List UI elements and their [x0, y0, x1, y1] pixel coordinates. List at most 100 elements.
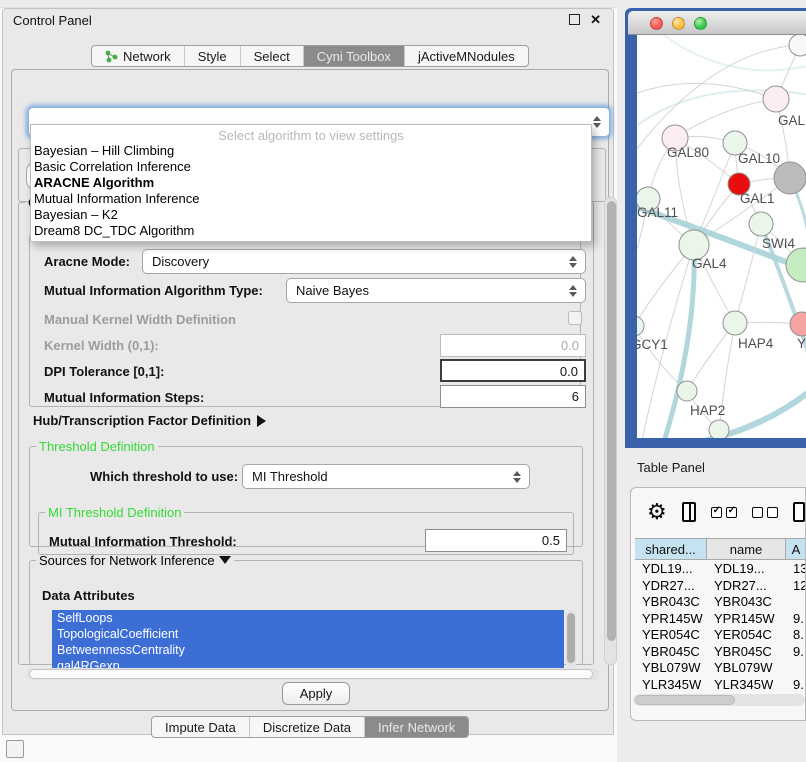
network-window-titlebar[interactable] [628, 11, 806, 35]
table-cell: YDL19... [707, 560, 786, 577]
column-header[interactable]: A [786, 539, 806, 559]
attribute-item[interactable]: TopologicalCoefficient [52, 626, 564, 642]
dropdown-item[interactable]: Bayesian – K2 [31, 207, 591, 223]
network-node[interactable] [790, 312, 806, 336]
close-traffic-light-icon[interactable] [650, 17, 663, 30]
mi-threshold-label: Mutual Information Threshold: [49, 534, 237, 549]
tab-discretize-data[interactable]: Discretize Data [250, 717, 365, 737]
network-view-window: GALGAL80GAL10GAL1GAL11SWI4GAL4GCY1HAP4YH… [625, 8, 806, 448]
table-cell: YBR043C [707, 593, 786, 610]
column-header[interactable]: shared... [635, 539, 707, 559]
mi-threshold-field[interactable]: 0.5 [425, 529, 567, 552]
network-node[interactable] [709, 420, 729, 438]
node-label: GCY1 [637, 337, 668, 352]
network-node[interactable] [763, 86, 789, 112]
close-icon[interactable]: ✕ [590, 13, 601, 26]
combo-stepper-icon [593, 116, 601, 128]
settings-horizontal-scrollbar[interactable] [27, 668, 599, 680]
sources-group: Sources for Network Inference Data Attri… [29, 553, 583, 665]
column-header[interactable]: name [707, 539, 786, 559]
table-row[interactable]: YBR043CYBR043C [635, 593, 806, 610]
table-cell [786, 593, 806, 610]
dropdown-item[interactable]: Dream8 DC_TDC Algorithm [31, 223, 591, 239]
tab-network[interactable]: Network [92, 46, 185, 66]
network-node[interactable] [749, 212, 773, 236]
settings-vertical-scrollbar[interactable] [604, 197, 617, 665]
control-panel-tabs: NetworkStyleSelectCyni ToolboxjActiveMNo… [91, 45, 529, 67]
tab-style[interactable]: Style [185, 46, 241, 66]
node-table: shared...nameA YDL19...YDL19...13YDR27..… [635, 538, 806, 690]
deselect-all-checkboxes-icon[interactable] [752, 507, 778, 518]
table-panel-title: Table Panel [637, 460, 705, 475]
table-row[interactable]: YER054CYER054C8. [635, 626, 806, 643]
network-icon [105, 50, 118, 63]
node-label: GAL11 [637, 205, 678, 220]
node-label: Y [797, 336, 806, 351]
network-node[interactable] [789, 35, 806, 56]
tab-cyni-toolbox[interactable]: Cyni Toolbox [304, 46, 405, 66]
table-row[interactable]: YBR045CYBR045C9. [635, 643, 806, 660]
algorithm-definition-group: Algorithm Definition Aracne Mode: Discov… [29, 227, 581, 407]
kernel-width-field[interactable]: 0.0 [440, 334, 586, 357]
collapsed-panel-button[interactable] [6, 740, 24, 758]
hub-transcription-factor-toggle[interactable]: Hub/Transcription Factor Definition [33, 413, 266, 428]
table-row[interactable]: YDL19...YDL19...13 [635, 560, 806, 577]
attribute-item[interactable]: SelfLoops [52, 610, 564, 626]
table-row[interactable]: YBL079WYBL079W [635, 659, 806, 676]
dpi-tolerance-field[interactable]: 0.0 [440, 359, 586, 382]
node-label: GAL4 [692, 256, 727, 271]
manual-kernel-width-checkbox[interactable] [568, 311, 582, 325]
dropdown-item[interactable]: ARACNE Algorithm [31, 175, 591, 191]
zoom-traffic-light-icon[interactable] [694, 17, 707, 30]
dropdown-item[interactable]: Basic Correlation Inference [31, 159, 591, 175]
network-node[interactable] [677, 381, 697, 401]
dropdown-item[interactable]: Bayesian – Hill Climbing [31, 143, 591, 159]
tab-impute-data[interactable]: Impute Data [152, 717, 250, 737]
attributes-scrollbar[interactable] [566, 610, 576, 674]
apply-button[interactable]: Apply [282, 682, 350, 705]
table-toolbar: ⚙ [631, 488, 805, 536]
node-label: HAP4 [738, 336, 774, 351]
which-threshold-combobox[interactable]: MI Threshold [242, 464, 530, 489]
table-horizontal-scrollbar[interactable] [633, 694, 805, 706]
data-attributes-list[interactable]: SelfLoopsTopologicalCoefficientBetweenne… [52, 610, 564, 674]
tab-jactivemnodules[interactable]: jActiveMNodules [405, 46, 528, 66]
network-edge[interactable] [735, 224, 761, 323]
network-canvas[interactable]: GALGAL80GAL10GAL1GAL11SWI4GAL4GCY1HAP4YH… [637, 35, 806, 438]
threshold-definition-group: Threshold Definition Which threshold to … [29, 439, 583, 547]
table-cell: YBR045C [707, 643, 786, 660]
table-cell: YDL19... [635, 560, 707, 577]
float-window-icon[interactable] [569, 14, 580, 25]
attribute-item[interactable]: BetweennessCentrality [52, 642, 564, 658]
table-row[interactable]: YLR345WYLR345W9. [635, 676, 806, 691]
select-all-checkboxes-icon[interactable] [711, 507, 737, 518]
table-row[interactable]: YPR145WYPR145W9. [635, 610, 806, 627]
network-node[interactable] [637, 316, 644, 336]
network-node[interactable] [723, 311, 747, 335]
table-cell: YBL079W [707, 659, 786, 676]
aracne-mode-combobox[interactable]: Discovery [142, 249, 586, 274]
gear-icon[interactable]: ⚙ [647, 501, 667, 523]
document-icon[interactable] [793, 502, 805, 522]
mi-steps-field[interactable]: 6 [440, 385, 586, 408]
network-edge[interactable] [675, 99, 776, 138]
right-column: GALGAL80GAL10GAL1GAL11SWI4GAL4GCY1HAP4YH… [617, 0, 806, 762]
tab-select[interactable]: Select [241, 46, 304, 66]
node-label: GAL10 [738, 151, 780, 166]
table-row[interactable]: YDR27...YDR27...12 [635, 577, 806, 594]
table-cell: YLR345W [707, 676, 786, 691]
cyni-algorithm-settings-group: Cyni Algorithm Settings Algorithm Defini… [18, 195, 594, 665]
sources-legend[interactable]: Sources for Network Inference [36, 553, 234, 568]
table-cell: 13 [786, 560, 806, 577]
node-label: GAL [778, 113, 806, 128]
cyni-toolbox-panel: gal-filtered sif default node Select alg… [11, 69, 609, 711]
network-node[interactable] [786, 248, 806, 282]
table-cell [786, 659, 806, 676]
columns-icon[interactable] [682, 502, 696, 522]
minimize-traffic-light-icon[interactable] [672, 17, 685, 30]
network-node[interactable] [774, 162, 806, 194]
tab-infer-network[interactable]: Infer Network [365, 717, 468, 737]
dropdown-item[interactable]: Mutual Information Inference [31, 191, 591, 207]
table-cell: 9. [786, 676, 806, 691]
mi-algorithm-type-combobox[interactable]: Naive Bayes [286, 278, 586, 303]
